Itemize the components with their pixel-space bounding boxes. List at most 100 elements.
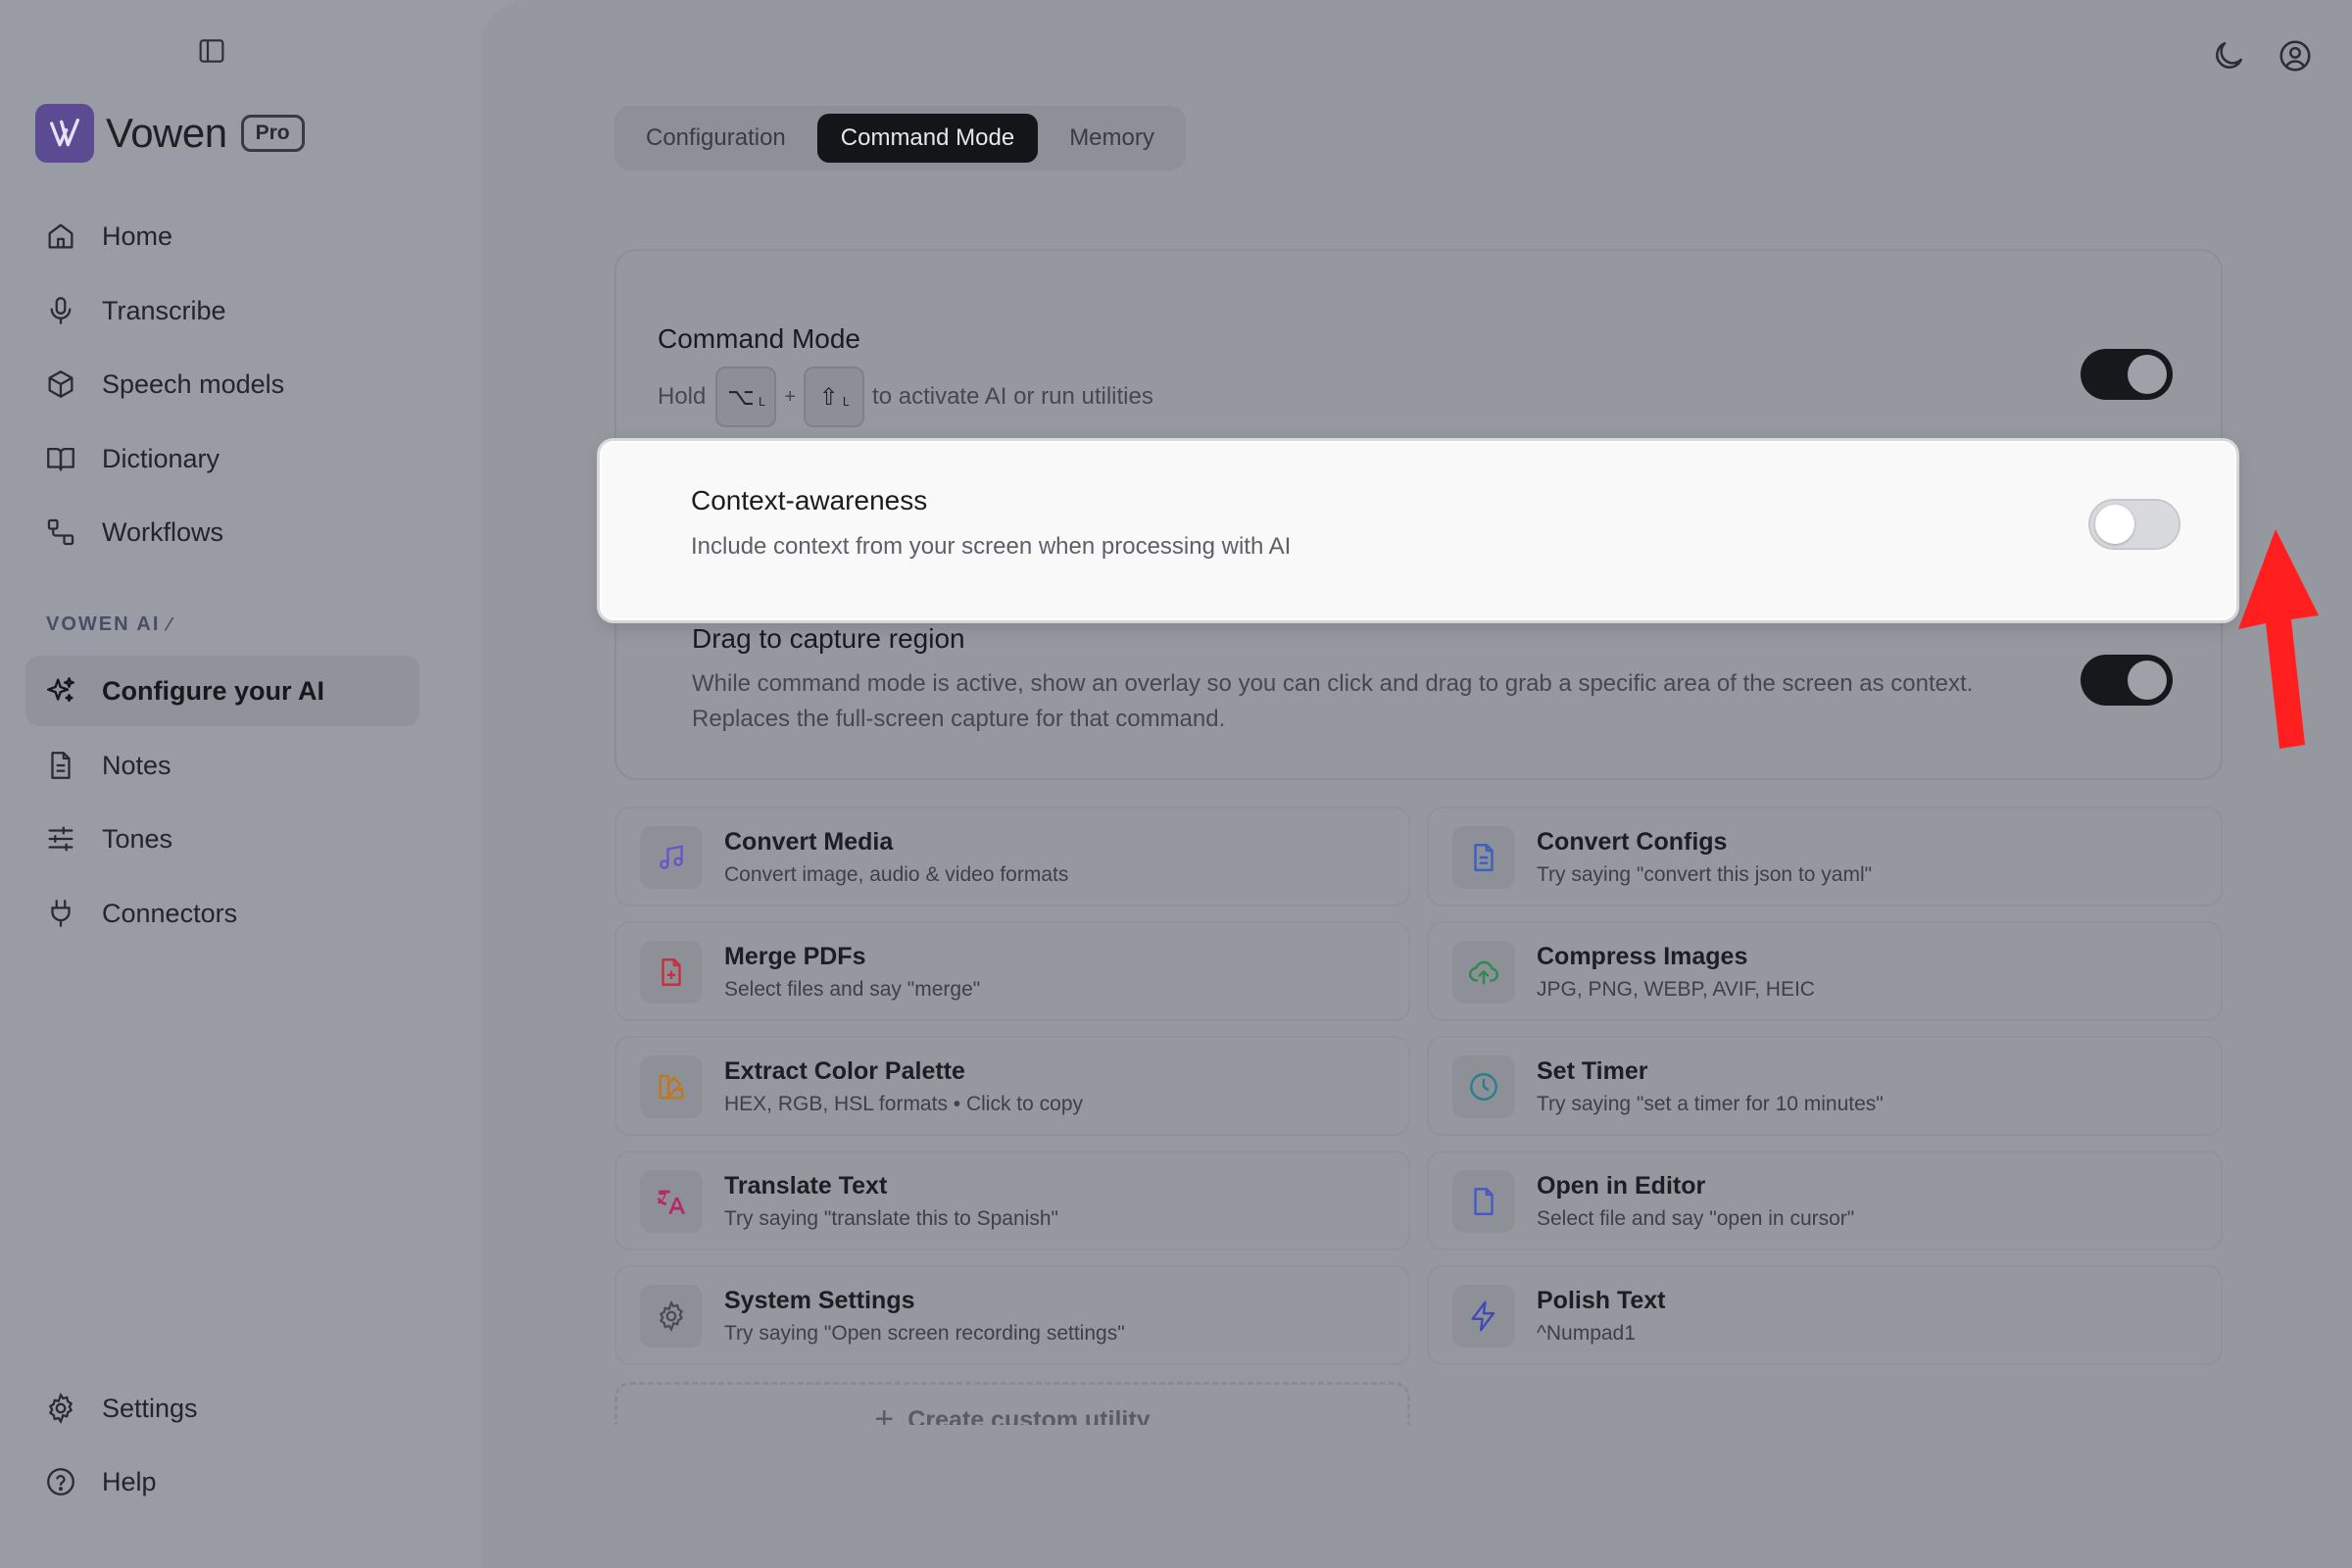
sidebar-item-tones[interactable]: Tones [25,804,419,874]
utility-subtitle: Try saying "convert this json to yaml" [1537,863,1873,886]
brand-logo-icon [35,104,94,163]
utility-title: Convert Media [724,828,894,856]
sidebar: Vowen Pro Home Transcribe Speech models … [0,0,482,1568]
workflow-icon [25,515,96,549]
sidebar-item-home[interactable]: Home [25,201,419,271]
palette-icon [640,1055,703,1118]
main-panel: Configuration Command Mode Memory Comman… [482,0,2352,1568]
option-key-side: L [758,395,765,409]
sidebar-item-label: Settings [102,1393,198,1423]
shift-key: ⇧ L [804,367,865,427]
plus-icon: + [874,1400,895,1425]
command-mode-description: Hold ⌥ L + ⇧ L to activate AI or run utili… [658,367,1153,427]
utility-translate-text[interactable]: Translate Text Try saying "translate thi… [614,1151,1410,1250]
sidebar-item-notes[interactable]: Notes [25,730,419,801]
sidebar-item-label: Connectors [102,898,238,928]
toggle-knob [2095,505,2134,544]
sidebar-item-dictionary[interactable]: Dictionary [25,423,419,494]
command-mode-toggle[interactable] [2081,349,2173,400]
gear-icon [640,1285,703,1348]
shift-key-glyph: ⇧ [818,383,839,411]
hold-suffix: to activate AI or run utilities [872,383,1153,410]
command-mode-title: Command Mode [658,323,860,354]
clock-icon [1452,1055,1515,1118]
cube-icon [25,368,96,401]
context-awareness-row: Context-awareness Include context from y… [600,441,2236,620]
plug-icon [25,897,96,930]
sidebar-item-label: Home [102,220,173,251]
utility-subtitle: HEX, RGB, HSL formats • Click to copy [724,1093,1084,1115]
utility-title: System Settings [724,1287,915,1314]
utility-set-timer[interactable]: Set Timer Try saying "set a timer for 10… [1427,1036,2223,1136]
toggle-knob [2128,661,2167,700]
drag-capture-title: Drag to capture region [692,623,965,654]
section-label-text: VOWEN AI [46,613,161,635]
sidebar-item-label: Speech models [102,368,285,399]
lightning-icon [1452,1285,1515,1348]
utility-polish-text[interactable]: Polish Text ^Numpad1 [1427,1265,2223,1365]
create-custom-utility-button[interactable]: + Create custom utility [614,1382,1410,1425]
utility-title: Merge PDFs [724,943,866,970]
sidebar-item-label: Dictionary [102,443,220,473]
sidebar-item-transcribe[interactable]: Transcribe [25,275,419,346]
sidebar-item-label: Help [102,1466,157,1496]
brand: Vowen Pro [35,104,305,163]
utility-title: Extract Color Palette [724,1057,965,1085]
sidebar-item-workflows[interactable]: Workflows [25,497,419,567]
book-open-icon [25,442,96,475]
translate-icon [640,1170,703,1233]
utility-subtitle: Try saying "set a timer for 10 minutes" [1537,1093,1884,1115]
brand-name: Vowen [106,110,227,156]
document-icon [1452,826,1515,889]
utility-system-settings[interactable]: System Settings Try saying "Open screen … [614,1265,1410,1365]
help-circle-icon [25,1465,96,1498]
moon-icon[interactable] [2210,37,2247,74]
utility-title: Translate Text [724,1172,888,1200]
sidebar-item-connectors[interactable]: Connectors [25,878,419,949]
tab-command-mode[interactable]: Command Mode [816,114,1039,163]
utility-merge-pdfs[interactable]: Merge PDFs Select files and say "merge" [614,921,1410,1021]
context-awareness-title: Context-awareness [691,485,928,515]
create-custom-utility-label: Create custom utility [907,1406,1151,1425]
utility-subtitle: Try saying "translate this to Spanish" [724,1207,1058,1230]
context-awareness-toggle[interactable] [2088,499,2180,550]
drag-capture-desc-line1: While command mode is active, show an ov… [692,670,1974,697]
note-icon [25,749,96,782]
utility-extract-color-palette[interactable]: Extract Color Palette HEX, RGB, HSL form… [614,1036,1410,1136]
hold-prefix: Hold [658,383,707,410]
key-plus: + [784,386,797,408]
tab-configuration[interactable]: Configuration [622,114,809,163]
utility-convert-media[interactable]: Convert Media Convert image, audio & vid… [614,807,1410,906]
toggle-knob [2128,355,2167,394]
option-key: ⌥ L [715,367,777,427]
shift-key-side: L [842,395,850,409]
drag-capture-toggle[interactable] [2081,655,2173,706]
utility-subtitle: ^Numpad1 [1537,1322,1636,1345]
sidebar-item-label: Transcribe [102,295,226,325]
sidebar-item-configure-ai[interactable]: Configure your AI [25,656,419,726]
utility-title: Compress Images [1537,943,1748,970]
microphone-icon [25,294,96,327]
utility-convert-configs[interactable]: Convert Configs Try saying "convert this… [1427,807,2223,906]
option-key-glyph: ⌥ [727,383,755,411]
user-account-icon[interactable] [2277,37,2314,74]
sidebar-item-label: Workflows [102,516,224,547]
utility-title: Polish Text [1537,1287,1666,1314]
sliders-icon [25,822,96,856]
sidebar-item-label: Configure your AI [102,675,324,706]
sidebar-toggle-icon[interactable] [196,35,227,67]
utility-open-in-editor[interactable]: Open in Editor Select file and say "open… [1427,1151,2223,1250]
cloud-upload-icon [1452,941,1515,1004]
sidebar-item-speech-models[interactable]: Speech models [25,349,419,419]
utility-subtitle: Convert image, audio & video formats [724,863,1069,886]
utility-compress-images[interactable]: Compress Images JPG, PNG, WEBP, AVIF, HE… [1427,921,2223,1021]
wand-icon: ⁄ [167,614,172,635]
utility-subtitle: Select files and say "merge" [724,978,981,1001]
sidebar-item-help[interactable]: Help [25,1446,419,1517]
tab-memory[interactable]: Memory [1046,114,1178,163]
sidebar-item-settings[interactable]: Settings [25,1373,419,1444]
utility-subtitle: Try saying "Open screen recording settin… [724,1322,1125,1345]
utility-title: Convert Configs [1537,828,1728,856]
annotation-arrow-icon [2238,529,2319,749]
pro-badge: Pro [240,115,305,152]
